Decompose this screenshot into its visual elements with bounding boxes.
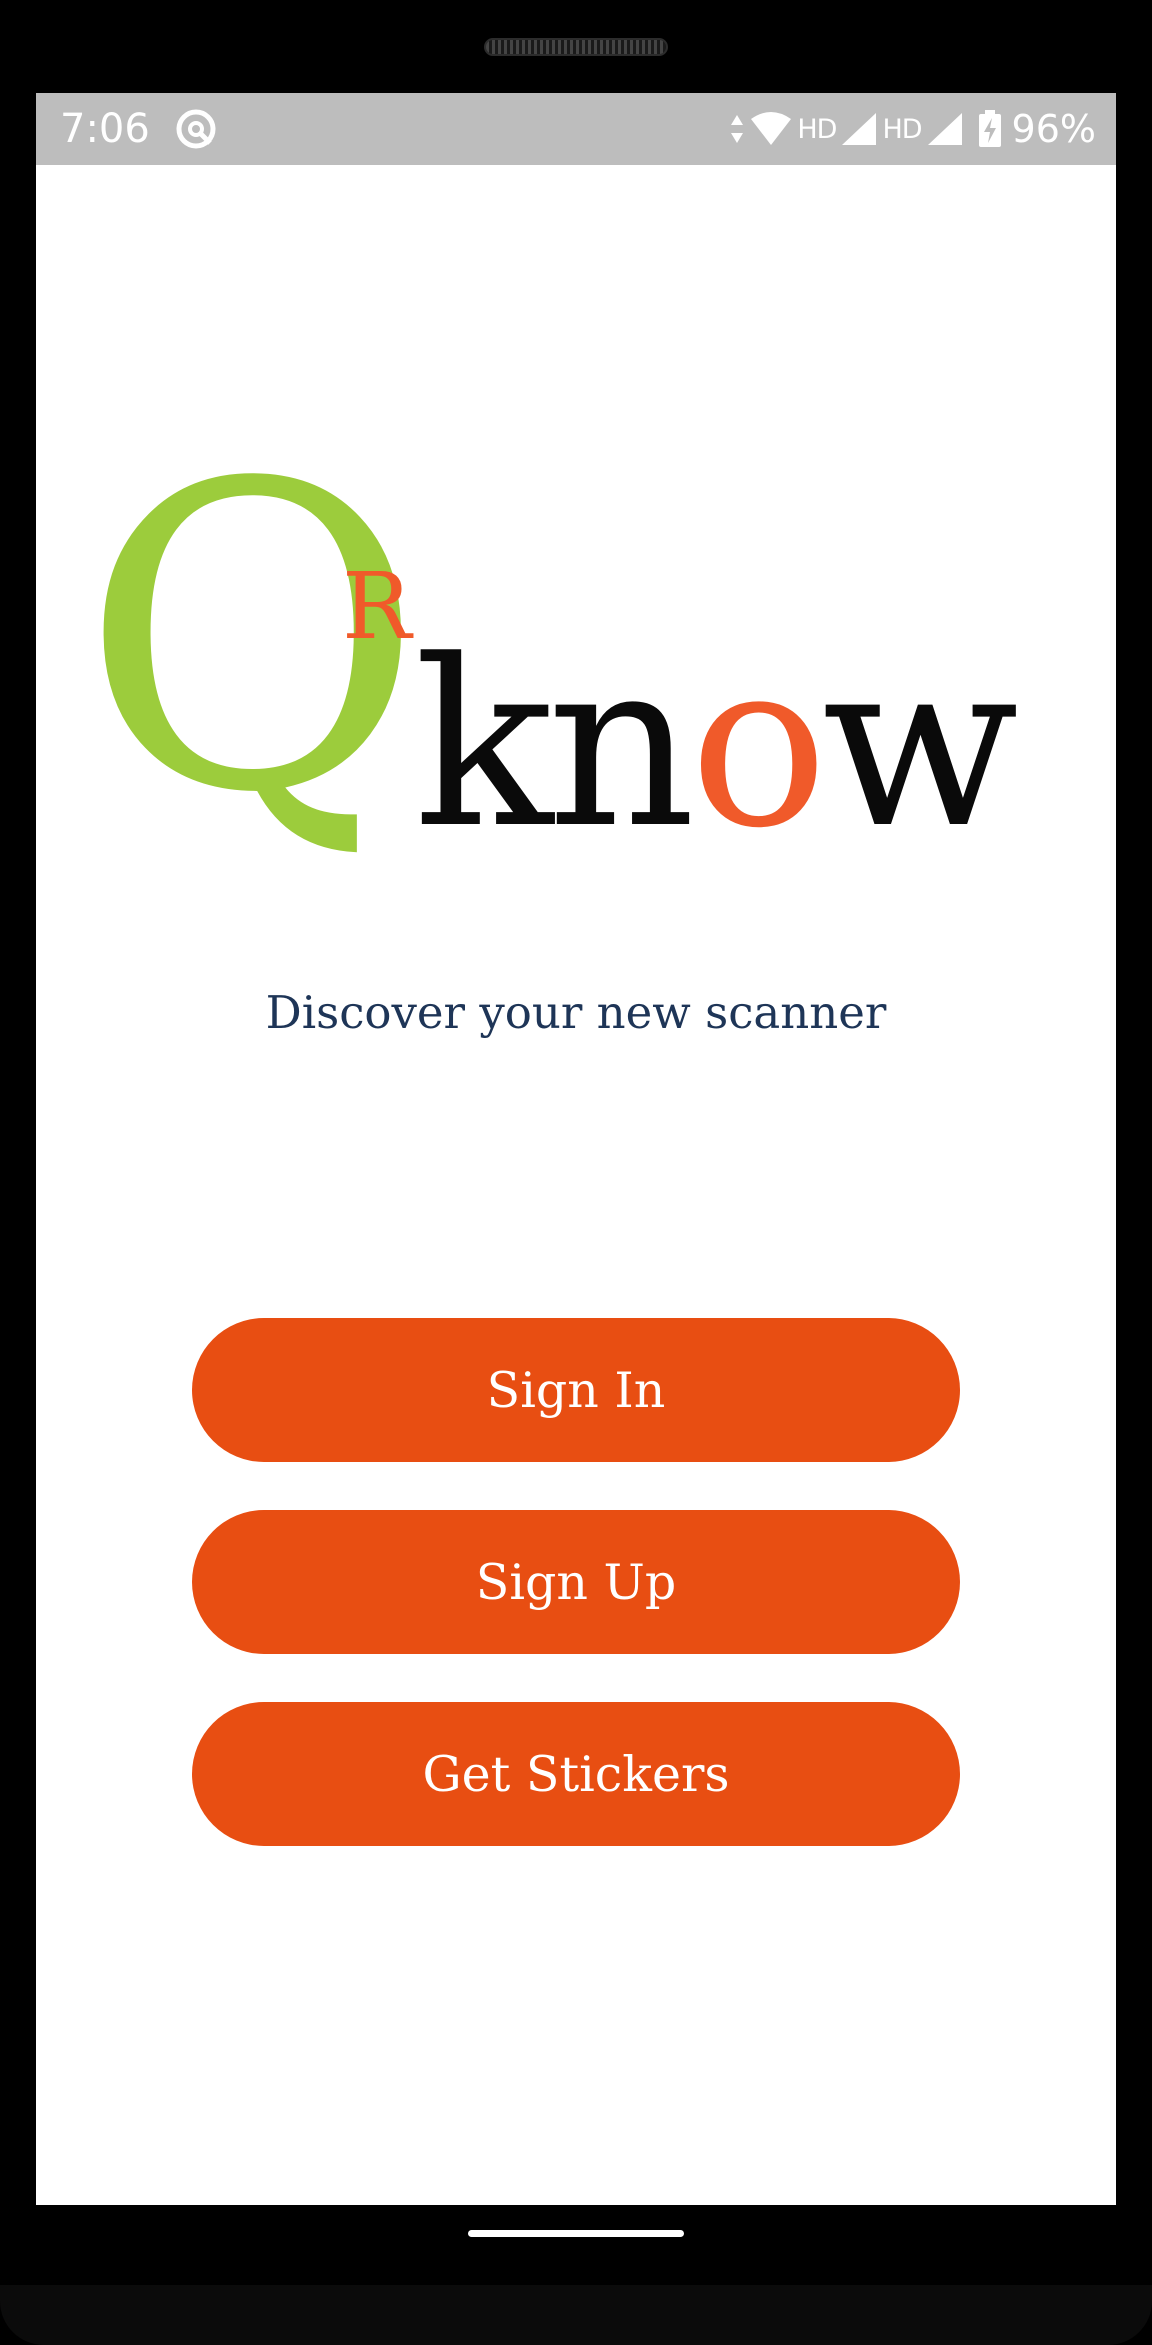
bottom-bezel [0,2285,1152,2345]
logo-wordmark: know [414,631,1019,861]
wifi-icon [749,111,793,147]
status-indicators: HD HD 96% [729,105,1096,153]
logo-letter-w: w [822,612,1019,879]
status-bar: 7:06 HD HD 96% [36,93,1116,165]
logo-letter-o: o [689,612,829,879]
logo-letter-r: R [342,553,412,660]
gesture-navigation-handle[interactable] [468,2230,684,2237]
logo-letter-n: n [547,612,695,879]
network-type-label: HD [882,113,922,145]
battery-percentage: 96% [1011,107,1096,151]
earpiece-speaker [484,38,668,56]
signal-icon [840,111,878,147]
sign-in-button[interactable]: Sign In [192,1318,960,1462]
battery-charging-icon [978,110,1002,148]
sign-up-button[interactable]: Sign Up [192,1510,960,1654]
app-notification-icon [174,107,218,151]
qrknow-logo: Q R know [80,431,1090,961]
tagline: Discover your new scanner [265,986,887,1039]
app-screen: 7:06 HD HD 96% Q R know Discover your ne… [36,93,1116,2205]
data-arrows-icon [729,113,745,145]
status-time: 7:06 [60,106,150,152]
get-stickers-button[interactable]: Get Stickers [192,1702,960,1846]
logo-letter-k: k [414,612,553,879]
network-type-label: HD [797,113,837,145]
signal-icon [926,111,964,147]
phone-frame: 7:06 HD HD 96% Q R know Discover your ne… [0,0,1152,2345]
